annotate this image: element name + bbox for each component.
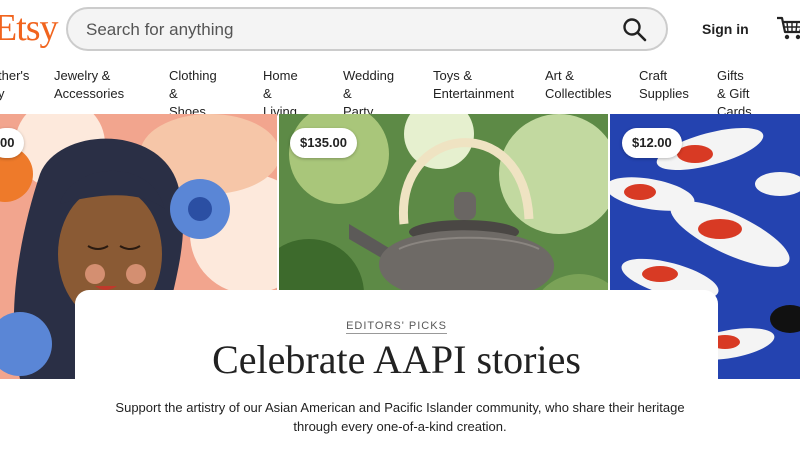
search-button[interactable] xyxy=(622,17,648,43)
category-home[interactable]: Home & Living xyxy=(263,67,298,121)
editors-picks-link[interactable]: EDITORS' PICKS xyxy=(346,320,447,334)
category-mothers-day[interactable]: ther's y xyxy=(0,67,29,103)
category-clothing[interactable]: Clothing & Shoes xyxy=(169,67,217,121)
search-bar xyxy=(66,7,668,51)
cart-icon xyxy=(777,16,800,40)
feature-headline: Celebrate AAPI stories xyxy=(212,337,581,382)
sign-in-link[interactable]: Sign in xyxy=(702,21,749,37)
etsy-logo[interactable]: Etsy xyxy=(0,6,59,50)
price-tag: $12.00 xyxy=(622,128,682,158)
category-jewelry[interactable]: Jewelry & Accessories xyxy=(54,67,124,103)
search-icon xyxy=(623,18,647,42)
search-input[interactable] xyxy=(84,9,608,51)
category-craft[interactable]: Craft Supplies xyxy=(639,67,689,103)
category-toys[interactable]: Toys & Entertainment xyxy=(433,67,514,103)
price-tag: $135.00 xyxy=(290,128,357,158)
feature-description: Support the artistry of our Asian Americ… xyxy=(115,400,685,434)
category-art[interactable]: Art & Collectibles xyxy=(545,67,611,103)
category-wedding[interactable]: Wedding & Party xyxy=(343,67,394,121)
category-gifts[interactable]: Gifts & Gift Cards xyxy=(717,67,752,121)
cart-button[interactable] xyxy=(776,15,800,41)
